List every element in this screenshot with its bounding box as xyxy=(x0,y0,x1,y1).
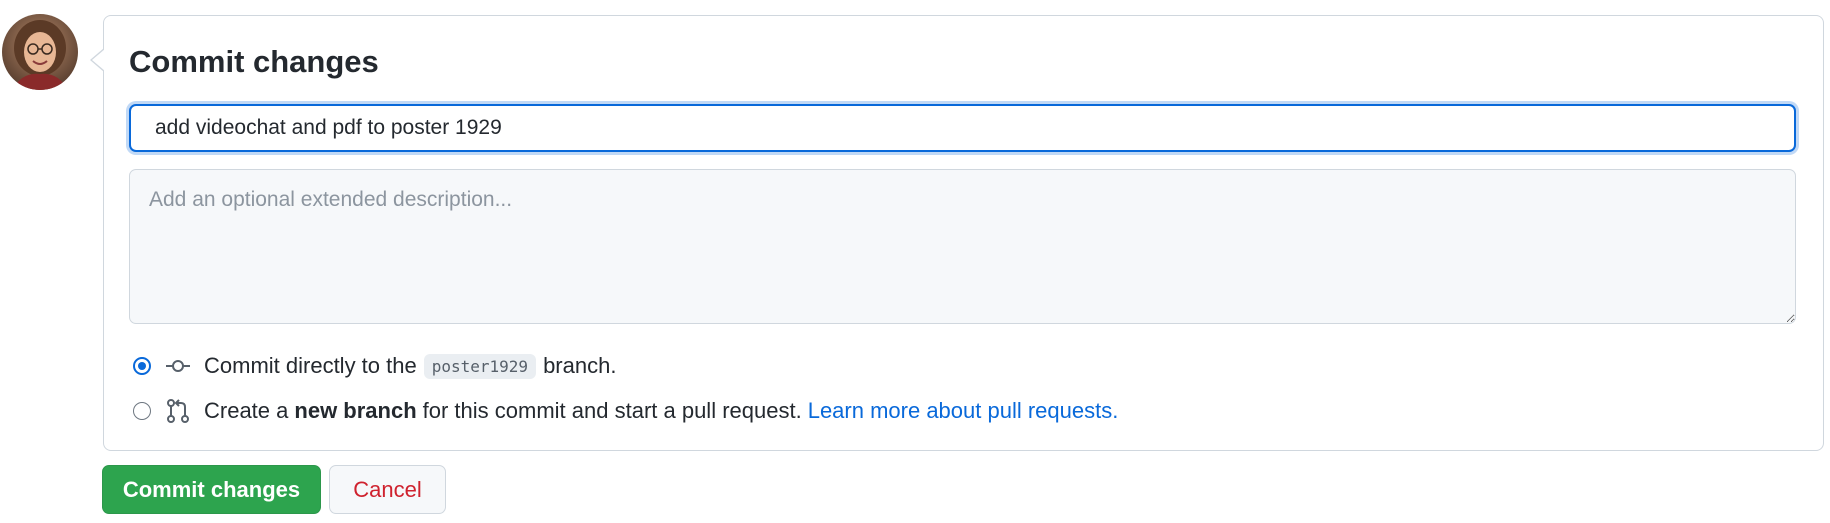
new-branch-option[interactable]: Create a new branch for this commit and … xyxy=(133,396,1118,426)
new-branch-radio[interactable] xyxy=(133,402,151,420)
git-pull-request-icon xyxy=(165,398,191,424)
commit-description-textarea[interactable] xyxy=(129,169,1796,324)
commit-direct-label: Commit directly to the xyxy=(204,353,417,378)
page-title: Commit changes xyxy=(129,44,379,79)
git-commit-icon xyxy=(165,353,191,379)
new-branch-suffix: for this commit and start a pull request… xyxy=(422,398,802,423)
cancel-button[interactable]: Cancel xyxy=(329,465,446,514)
commit-summary-input[interactable] xyxy=(129,104,1796,152)
box-pointer-fill xyxy=(92,49,105,71)
new-branch-bold: new branch xyxy=(294,398,417,423)
user-avatar[interactable] xyxy=(2,14,78,90)
commit-direct-option[interactable]: Commit directly to the poster1929 branch… xyxy=(133,351,616,381)
commit-page: Commit changes Commit directly to the po… xyxy=(0,0,1830,523)
learn-more-pull-requests-link[interactable]: Learn more about pull requests. xyxy=(808,398,1119,424)
commit-direct-suffix: branch. xyxy=(543,353,617,378)
branch-name: poster1929 xyxy=(423,353,537,379)
new-branch-prefix: Create a xyxy=(204,398,289,423)
commit-direct-radio[interactable] xyxy=(133,357,151,375)
commit-changes-button[interactable]: Commit changes xyxy=(102,465,321,514)
